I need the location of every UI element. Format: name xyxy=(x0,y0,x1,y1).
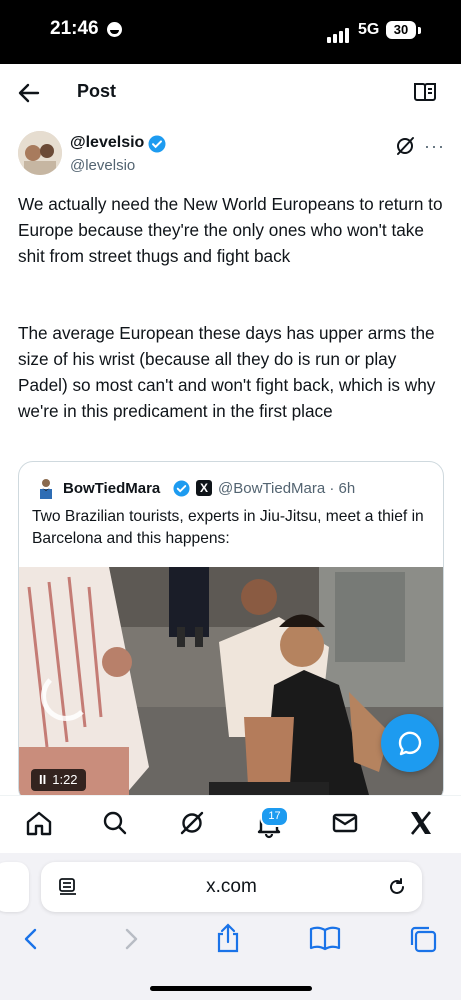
url-text[interactable]: x.com xyxy=(41,876,422,898)
battery-level: 30 xyxy=(386,21,416,39)
focus-mode-icon xyxy=(107,22,122,37)
more-options-icon[interactable]: ··· xyxy=(424,136,445,157)
tabs-icon[interactable] xyxy=(407,924,439,954)
reader-mode-icon[interactable] xyxy=(413,82,437,102)
quote-text: Two Brazilian tourists, experts in Jiu-J… xyxy=(32,508,424,547)
address-bar[interactable]: x.com xyxy=(41,862,422,912)
grok-icon[interactable] xyxy=(394,135,416,157)
home-icon[interactable] xyxy=(22,806,56,840)
share-icon[interactable] xyxy=(213,922,243,954)
previous-tab-pill[interactable] xyxy=(0,862,29,912)
tweet-text-paragraph: We actually need the New World Europeans… xyxy=(18,194,443,266)
reload-icon[interactable] xyxy=(386,876,408,898)
chat-bubble-icon xyxy=(398,731,422,756)
author-avatar[interactable] xyxy=(18,131,62,175)
signal-icon xyxy=(327,25,351,43)
loading-spinner-icon xyxy=(41,671,91,721)
video-time: 1:22 xyxy=(52,772,78,787)
grok-icon[interactable] xyxy=(175,806,209,840)
video-timer[interactable]: II 1:22 xyxy=(31,769,86,791)
quote-handle-time: @BowTiedMara · 6h xyxy=(218,480,356,497)
home-indicator[interactable] xyxy=(150,986,312,991)
browser-forward-icon[interactable] xyxy=(118,926,144,952)
tweet-text-paragraph: The average European these days has uppe… xyxy=(18,323,436,421)
notification-count-badge: 17 xyxy=(260,806,289,827)
x-logo-icon[interactable] xyxy=(404,806,438,840)
author-display-name[interactable]: @levelsio xyxy=(70,134,144,152)
messages-icon[interactable] xyxy=(328,806,362,840)
affiliation-badge-icon: X xyxy=(196,480,212,496)
network-type: 5G xyxy=(358,21,380,38)
status-bar: 21:46 5G 30 xyxy=(0,0,461,64)
browser-back-icon[interactable] xyxy=(18,926,44,952)
back-arrow-icon[interactable] xyxy=(16,80,42,106)
quote-author-name[interactable]: BowTiedMara xyxy=(63,480,160,497)
verified-badge-icon xyxy=(173,480,190,497)
reply-compose-button[interactable] xyxy=(381,714,439,772)
pause-icon[interactable]: II xyxy=(39,769,46,791)
quote-author-avatar[interactable] xyxy=(35,477,57,501)
verified-badge-icon xyxy=(148,135,166,153)
video-player[interactable]: II 1:22 xyxy=(19,567,443,802)
bookmarks-icon[interactable] xyxy=(308,924,342,952)
search-icon[interactable] xyxy=(98,806,132,840)
bottom-tab-bar xyxy=(0,795,461,854)
status-time: 21:46 xyxy=(50,18,99,39)
author-handle[interactable]: @levelsio xyxy=(70,157,135,174)
battery-icon xyxy=(418,27,421,34)
page-title: Post xyxy=(77,81,117,101)
